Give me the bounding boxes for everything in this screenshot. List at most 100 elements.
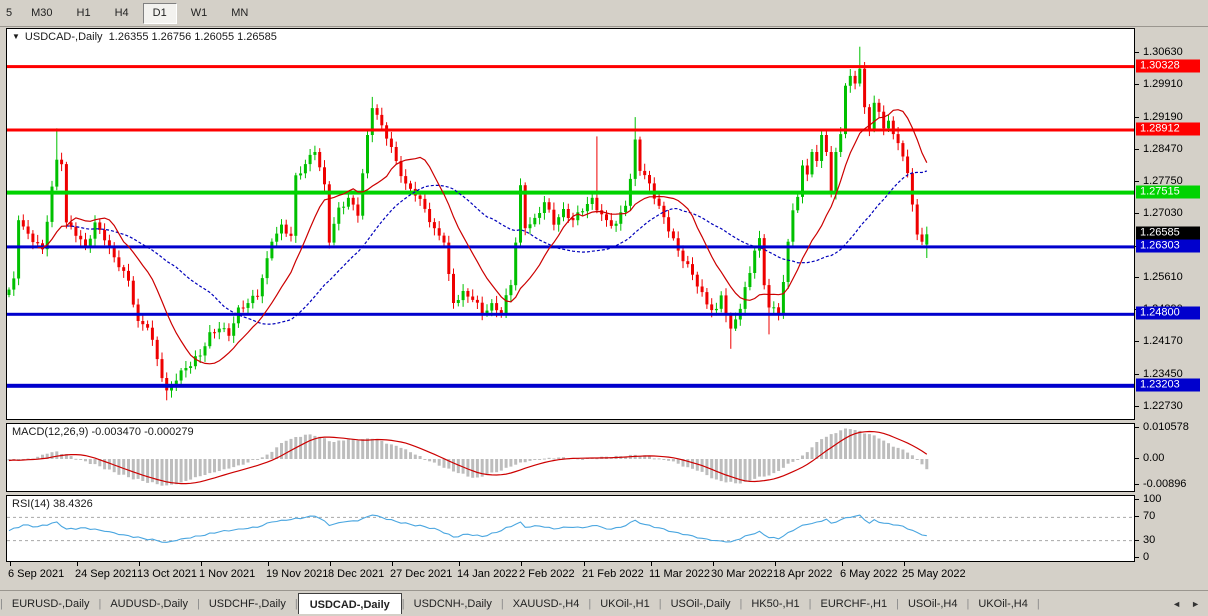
macd-tick-mark — [1135, 427, 1139, 428]
timeframe-button-h4[interactable]: H4 — [105, 3, 139, 24]
tab-scroll-right-button[interactable]: ► — [1191, 599, 1200, 609]
date-tick-label: 2 Feb 2022 — [519, 568, 575, 580]
rsi-tick-mark — [1135, 557, 1139, 558]
date-tick-label: 18 Apr 2022 — [773, 568, 832, 580]
level-price-badge: 1.28912 — [1136, 123, 1200, 136]
macd-tick-label: -0.00896 — [1143, 478, 1186, 490]
level-price-badge: 1.27515 — [1136, 186, 1200, 199]
date-tick-mark — [651, 562, 652, 566]
date-tick-mark — [77, 562, 78, 566]
price-tick-mark — [1135, 52, 1139, 53]
date-tick-label: 6 May 2022 — [840, 568, 897, 580]
date-tick-label: 25 May 2022 — [902, 568, 966, 580]
price-tick-mark — [1135, 213, 1139, 214]
macd-tick-mark — [1135, 458, 1139, 459]
timeframe-button-5[interactable]: 5 — [1, 3, 17, 24]
price-tick-mark — [1135, 277, 1139, 278]
date-tick-mark — [392, 562, 393, 566]
chart-tab-ukoil[interactable]: UKOil-,H1 — [591, 595, 659, 613]
date-tick-mark — [10, 562, 11, 566]
date-tick-label: 24 Sep 2021 — [75, 568, 137, 580]
date-tick-mark — [268, 562, 269, 566]
date-tick-label: 1 Nov 2021 — [199, 568, 255, 580]
date-tick-mark — [584, 562, 585, 566]
candlestick-chart-canvas[interactable] — [7, 29, 1134, 419]
price-tick-mark — [1135, 181, 1139, 182]
tab-separator: | — [1037, 598, 1040, 610]
macd-canvas[interactable] — [7, 424, 1134, 491]
date-tick-mark — [330, 562, 331, 566]
rsi-canvas[interactable] — [7, 496, 1134, 561]
date-tick-mark — [713, 562, 714, 566]
date-tick-label: 30 Mar 2022 — [711, 568, 773, 580]
macd-tick-mark — [1135, 484, 1139, 485]
timeframe-button-w1[interactable]: W1 — [181, 3, 218, 24]
chart-tab-usdcad[interactable]: USDCAD-,Daily — [298, 593, 402, 614]
price-tick-label: 1.30630 — [1143, 46, 1183, 58]
chart-tab-usdcnh[interactable]: USDCNH-,Daily — [405, 595, 501, 613]
timeframe-button-d1[interactable]: D1 — [143, 3, 177, 24]
current-price-badge: 1.26585 — [1136, 227, 1200, 240]
chart-tab-xauusd[interactable]: XAUUSD-,H4 — [504, 595, 589, 613]
date-tick-label: 11 Mar 2022 — [649, 568, 710, 580]
rsi-indicator-pane[interactable]: RSI(14) 38.4326 — [6, 495, 1135, 562]
price-tick-mark — [1135, 149, 1139, 150]
rsi-tick-label: 30 — [1143, 534, 1155, 546]
price-tick-label: 1.29190 — [1143, 111, 1183, 123]
date-tick-mark — [201, 562, 202, 566]
date-tick-label: 8 Dec 2021 — [328, 568, 384, 580]
macd-indicator-pane[interactable]: MACD(12,26,9) -0.003470 -0.000279 — [6, 423, 1135, 492]
date-tick-mark — [139, 562, 140, 566]
chart-tab-usdchf[interactable]: USDCHF-,Daily — [200, 595, 295, 613]
timeframe-button-mn[interactable]: MN — [221, 3, 258, 24]
date-tick-mark — [775, 562, 776, 566]
date-tick-label: 13 Oct 2021 — [137, 568, 197, 580]
rsi-tick-label: 0 — [1143, 551, 1149, 563]
chart-tab-eurusd[interactable]: EURUSD-,Daily — [3, 595, 99, 613]
level-price-badge: 1.26303 — [1136, 240, 1200, 253]
date-tick-label: 19 Nov 2021 — [266, 568, 328, 580]
price-tick-label: 1.29910 — [1143, 78, 1183, 90]
date-tick-mark — [459, 562, 460, 566]
tab-scroll-arrows: ◄ ► — [1172, 599, 1200, 609]
rsi-tick-label: 70 — [1143, 510, 1155, 522]
macd-tick-label: 0.00 — [1143, 452, 1164, 464]
date-tick-label: 14 Jan 2022 — [457, 568, 518, 580]
chart-tab-bar: |EURUSD-,Daily|AUDUSD-,Daily|USDCHF-,Dai… — [0, 590, 1208, 616]
date-tick-label: 6 Sep 2021 — [8, 568, 64, 580]
chart-tab-usoil[interactable]: USOil-,H4 — [899, 595, 967, 613]
level-price-badge: 1.30328 — [1136, 60, 1200, 73]
date-tick-mark — [842, 562, 843, 566]
timeframe-toolbar: 5M30H1H4D1W1MN — [0, 0, 1208, 27]
date-tick-label: 27 Dec 2021 — [390, 568, 452, 580]
price-axis[interactable]: 1.306301.299101.291901.284701.277501.270… — [1135, 28, 1208, 562]
chart-tab-hk50[interactable]: HK50-,H1 — [742, 595, 808, 613]
price-tick-label: 1.22730 — [1143, 400, 1183, 412]
chart-tab-audusd[interactable]: AUDUSD-,Daily — [101, 595, 197, 613]
date-tick-mark — [904, 562, 905, 566]
rsi-tick-mark — [1135, 499, 1139, 500]
tab-scroll-left-button[interactable]: ◄ — [1172, 599, 1181, 609]
price-tick-label: 1.27030 — [1143, 207, 1183, 219]
date-axis[interactable]: 6 Sep 2021 24 Sep 202113 Oct 20211 Nov 20… — [6, 562, 1135, 590]
price-tick-mark — [1135, 84, 1139, 85]
price-tick-label: 1.24170 — [1143, 335, 1183, 347]
price-tick-label: 1.25610 — [1143, 271, 1183, 283]
price-tick-mark — [1135, 117, 1139, 118]
rsi-tick-mark — [1135, 516, 1139, 517]
price-tick-mark — [1135, 406, 1139, 407]
date-tick-label: 21 Feb 2022 — [582, 568, 644, 580]
timeframe-button-m30[interactable]: M30 — [21, 3, 62, 24]
main-chart-pane[interactable]: ▼USDCAD-,Daily 1.26355 1.26756 1.26055 1… — [6, 28, 1135, 420]
chart-tab-ukoil[interactable]: UKOil-,H4 — [969, 595, 1037, 613]
trading-app-window: 5M30H1H4D1W1MN ▼USDCAD-,Daily 1.26355 1.… — [0, 0, 1208, 616]
rsi-tick-label: 100 — [1143, 493, 1161, 505]
chart-tab-usoil[interactable]: USOil-,Daily — [662, 595, 740, 613]
timeframe-button-h1[interactable]: H1 — [67, 3, 101, 24]
level-price-badge: 1.24800 — [1136, 307, 1200, 320]
price-tick-mark — [1135, 341, 1139, 342]
chart-tab-eurchf[interactable]: EURCHF-,H1 — [812, 595, 897, 613]
macd-tick-label: 0.010578 — [1143, 421, 1189, 433]
price-tick-mark — [1135, 374, 1139, 375]
date-tick-mark — [521, 562, 522, 566]
